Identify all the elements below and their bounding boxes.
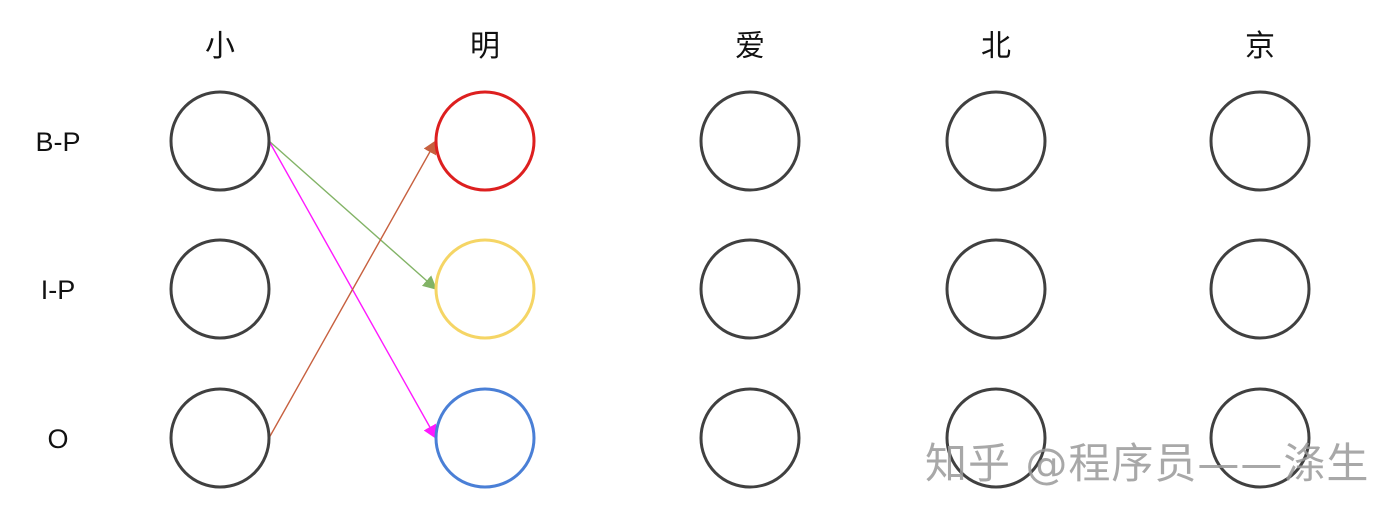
- watermark: 知乎 @程序员——涤生: [925, 439, 1370, 488]
- row-label-o: O: [47, 424, 68, 454]
- state-node-2-b-p: [699, 90, 801, 192]
- transition-edges: [268, 139, 438, 440]
- state-node-1-i-p: [434, 238, 536, 340]
- state-node-4-b-p: [1209, 90, 1311, 192]
- state-node-0-o: [169, 387, 271, 489]
- state-node-3-b-p: [945, 90, 1047, 192]
- state-node-1-o: [434, 387, 536, 489]
- row-label-b-p: B-P: [35, 127, 80, 157]
- state-node-0-i-p: [169, 238, 271, 340]
- column-label-1: 明: [470, 29, 500, 64]
- state-node-0-b-p: [169, 90, 271, 192]
- transition-edge-0: [268, 140, 438, 290]
- column-label-0: 小: [205, 29, 235, 64]
- state-node-2-o: [699, 387, 801, 489]
- state-node-2-i-p: [699, 238, 801, 340]
- column-label-4: 京: [1245, 29, 1275, 64]
- column-label-3: 北: [981, 29, 1011, 64]
- state-node-4-i-p: [1209, 238, 1311, 340]
- row-label-i-p: I-P: [41, 275, 76, 305]
- state-node-3-i-p: [945, 238, 1047, 340]
- column-label-2: 爱: [735, 29, 765, 64]
- state-node-1-b-p: [434, 90, 536, 192]
- state-nodes: [169, 90, 1311, 489]
